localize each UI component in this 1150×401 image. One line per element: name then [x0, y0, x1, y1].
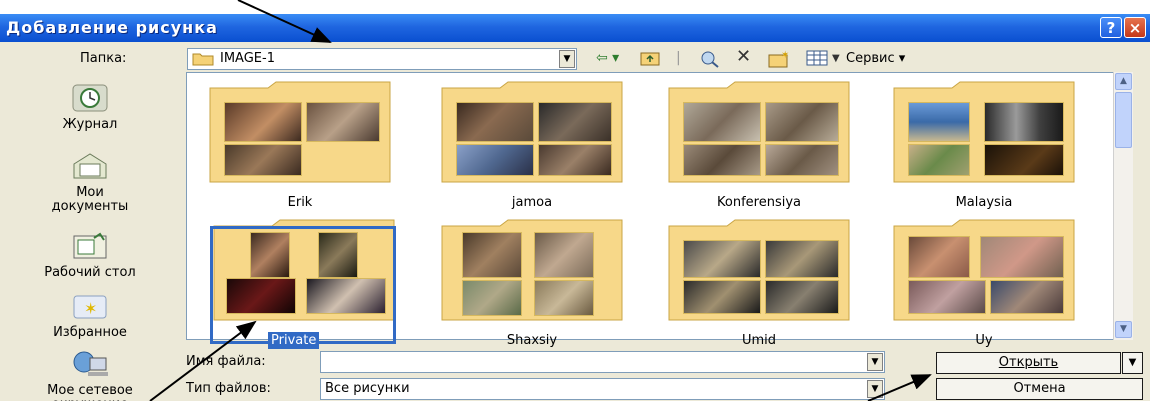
- annotation-arrows: [149, 0, 932, 401]
- annotation-arrow: [867, 374, 932, 401]
- annotation-arrow: [237, 0, 332, 43]
- annotation-arrow: [149, 320, 257, 401]
